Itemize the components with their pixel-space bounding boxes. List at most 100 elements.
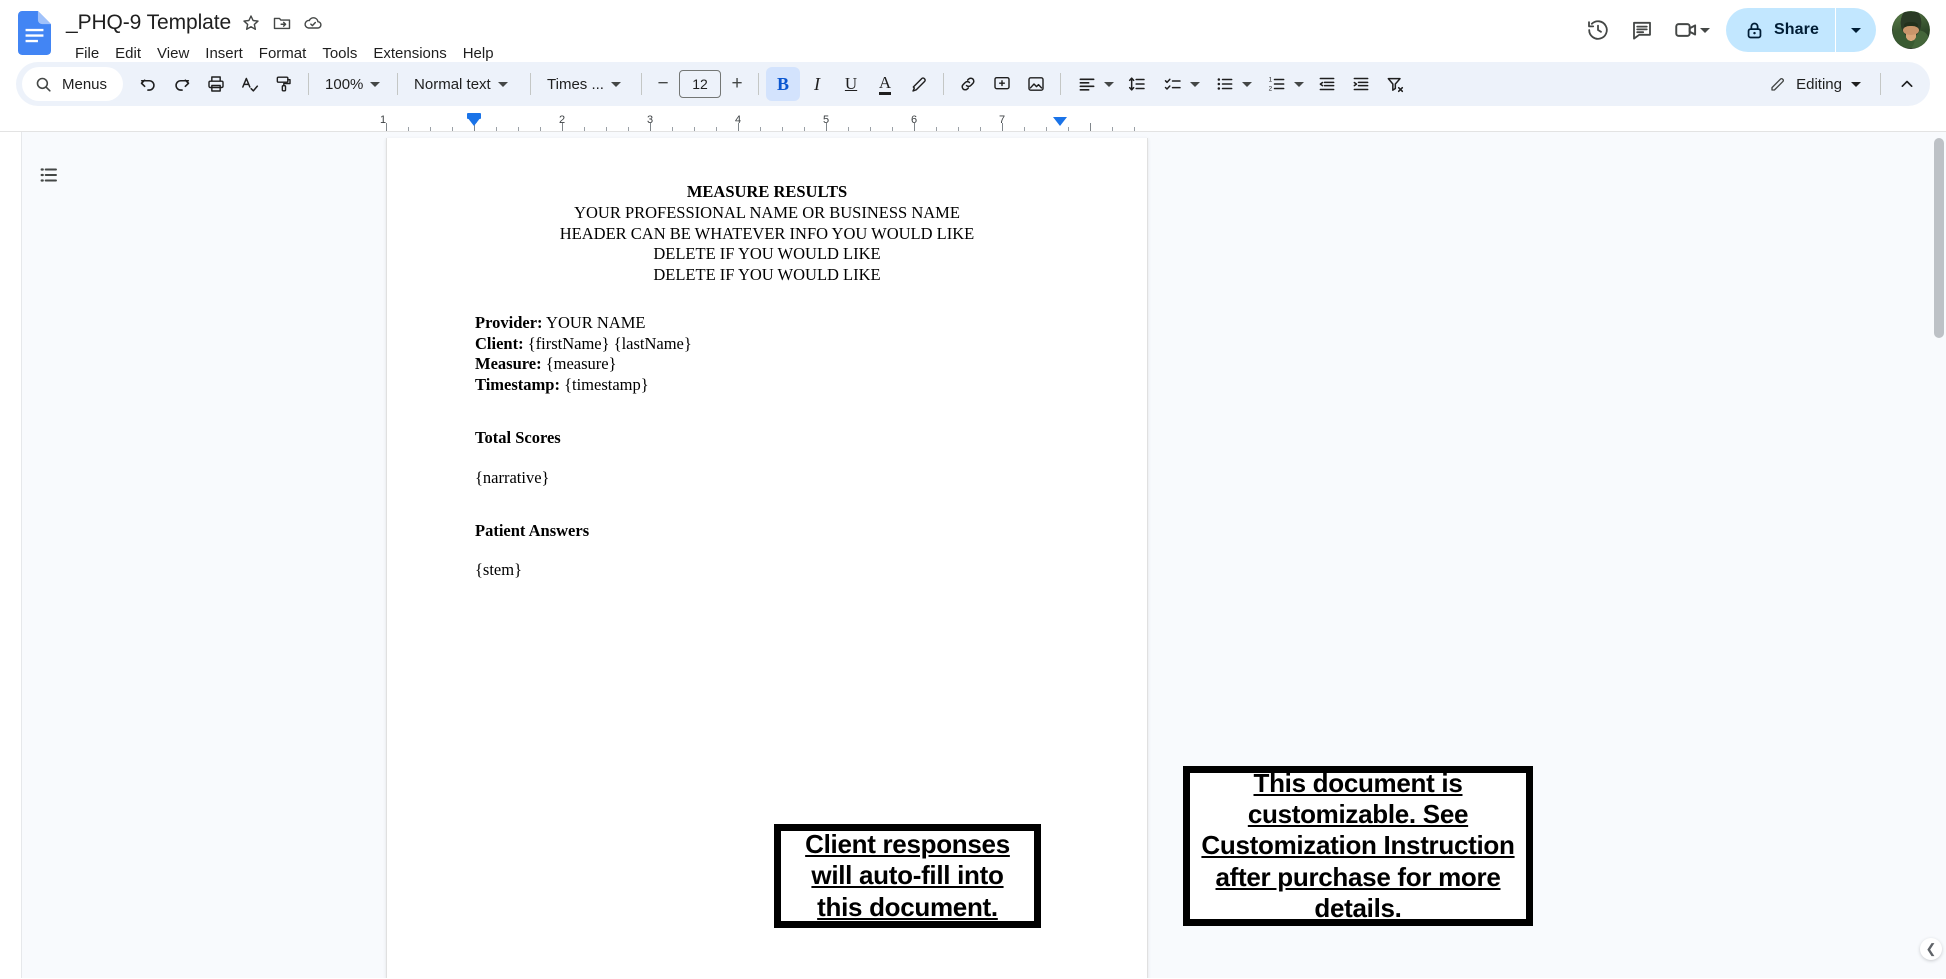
callout-box-customizable[interactable]: This document is customizable. See Custo…: [1183, 766, 1533, 926]
ruler-number: 3: [646, 114, 654, 126]
document-page[interactable]: MEASURE RESULTS YOUR PROFESSIONAL NAME O…: [386, 138, 1533, 978]
underline-button[interactable]: U: [834, 67, 868, 101]
paint-format-icon: [276, 76, 291, 92]
font-family-dropdown[interactable]: Times ...: [538, 67, 634, 101]
doc-header-line-5: DELETE IF YOU WOULD LIKE: [653, 265, 881, 285]
bold-button[interactable]: B: [766, 67, 801, 101]
style-value: Normal text: [414, 75, 491, 93]
zoom-value: 100%: [325, 75, 364, 93]
print-icon: [208, 76, 224, 92]
redo-button[interactable]: [165, 67, 199, 101]
menus-label: Menus: [62, 75, 108, 93]
page-content: MEASURE RESULTS YOUR PROFESSIONAL NAME O…: [387, 138, 1147, 581]
chevron-down-icon: [1242, 81, 1253, 87]
doc-header-line-3: HEADER CAN BE WHATEVER INFO YOU WOULD LI…: [559, 223, 975, 243]
redo-icon: [175, 79, 190, 91]
top-bar: _PHQ-9 Template File Edit View Insert Fo…: [0, 0, 1946, 62]
paint-format-button[interactable]: [267, 67, 301, 101]
side-panel-toggle[interactable]: ❮: [1920, 938, 1942, 960]
field-client-value: {firstName} {lastName}: [527, 333, 692, 353]
pencil-icon: [1771, 77, 1785, 91]
document-outline-icon: [40, 168, 57, 182]
vertical-scrollbar[interactable]: [1934, 138, 1944, 338]
google-docs-icon[interactable]: [14, 8, 54, 60]
bulleted-list-icon: [1217, 78, 1233, 90]
italic-button[interactable]: I: [800, 67, 834, 101]
add-comment-icon: [994, 76, 1010, 90]
field-measure-label: Measure:: [475, 354, 542, 374]
field-timestamp: Timestamp: {timestamp}: [475, 375, 1059, 396]
ruler-number: 1: [379, 114, 387, 126]
add-comment-button[interactable]: [985, 67, 1019, 101]
version-history-icon[interactable]: [1577, 9, 1619, 51]
clear-formatting-button[interactable]: [1378, 67, 1412, 101]
undo-icon: [140, 79, 155, 91]
insert-image-button[interactable]: [1019, 67, 1053, 101]
ruler-number: 6: [910, 114, 918, 126]
video-call-button[interactable]: [1665, 9, 1714, 51]
comment-icon[interactable]: [1621, 9, 1663, 51]
callout-autofill-text: Client responses will auto-fill into thi…: [805, 829, 1010, 922]
ruler-number: 7: [998, 114, 1006, 126]
align-dropdown[interactable]: [1068, 67, 1120, 101]
bulleted-list-dropdown[interactable]: [1206, 67, 1258, 101]
font-size-increase-button[interactable]: +: [723, 70, 751, 98]
ruler-number: 4: [734, 114, 742, 126]
checklist-dropdown[interactable]: [1154, 67, 1206, 101]
doc-header-line-4: DELETE IF YOU WOULD LIKE: [653, 244, 881, 264]
section-heading-patient-answers: Patient Answers: [475, 520, 590, 540]
horizontal-ruler[interactable]: 12345671: [0, 112, 1946, 132]
page-title[interactable]: _PHQ-9 Template: [66, 11, 234, 35]
decrease-indent-icon: [1319, 77, 1335, 91]
callout-box-autofill[interactable]: Client responses will auto-fill into thi…: [774, 824, 1041, 928]
move-to-folder-icon[interactable]: [268, 9, 296, 37]
section-body-narrative: {narrative}: [475, 467, 550, 487]
highlight-button[interactable]: [902, 67, 936, 101]
star-icon[interactable]: [237, 9, 265, 37]
mode-area: Editing: [1759, 62, 1924, 106]
font-size-input[interactable]: 12: [679, 70, 722, 98]
menus-search-button[interactable]: Menus: [22, 67, 124, 101]
cloud-saved-icon[interactable]: [299, 9, 327, 37]
undo-button[interactable]: [131, 67, 165, 101]
text-color-button[interactable]: A: [868, 67, 902, 101]
zoom-dropdown[interactable]: 100%: [316, 67, 390, 101]
share-button-group: Share: [1726, 8, 1876, 52]
print-button[interactable]: [199, 67, 233, 101]
decrease-indent-button[interactable]: [1310, 67, 1344, 101]
editing-mode-button[interactable]: Editing: [1759, 67, 1871, 101]
share-dropdown-button[interactable]: [1836, 8, 1876, 52]
increase-indent-button[interactable]: [1344, 67, 1378, 101]
spellcheck-icon: [242, 77, 259, 92]
field-provider-label: Provider:: [475, 312, 543, 332]
right-indent-marker[interactable]: [1053, 117, 1067, 126]
toolbar-divider: [943, 73, 945, 95]
font-value: Times ...: [547, 75, 604, 93]
numbered-list-dropdown[interactable]: 12: [1258, 67, 1310, 101]
font-size-decrease-button[interactable]: −: [649, 70, 677, 98]
title-row: _PHQ-9 Template: [66, 8, 502, 38]
ruler-number: 2: [558, 114, 566, 126]
search-icon: [36, 77, 51, 92]
insert-link-button[interactable]: [951, 67, 985, 101]
toolbar: Menus 100% Normal text Times ... − 12 + …: [16, 62, 1930, 106]
title-and-menus: _PHQ-9 Template File Edit View Insert Fo…: [66, 8, 502, 67]
paragraph-style-dropdown[interactable]: Normal text: [405, 67, 523, 101]
line-spacing-button[interactable]: [1120, 67, 1154, 101]
document-outline-button[interactable]: [34, 160, 64, 190]
ruler-tick: [1090, 123, 1091, 131]
italic-label: I: [814, 73, 821, 94]
ruler-tick: [386, 123, 387, 131]
spellcheck-button[interactable]: [233, 67, 267, 101]
toolbar-divider: [1880, 73, 1881, 95]
top-bar-actions: Share: [1577, 8, 1930, 52]
chevron-down-icon: [1851, 27, 1861, 33]
share-button[interactable]: Share: [1726, 8, 1835, 52]
chevron-down-icon: [1294, 81, 1305, 87]
avatar[interactable]: [1892, 11, 1930, 49]
share-label: Share: [1774, 21, 1819, 38]
left-indent-marker-triangle[interactable]: [467, 117, 481, 126]
collapse-toolbar-button[interactable]: [1890, 67, 1924, 101]
